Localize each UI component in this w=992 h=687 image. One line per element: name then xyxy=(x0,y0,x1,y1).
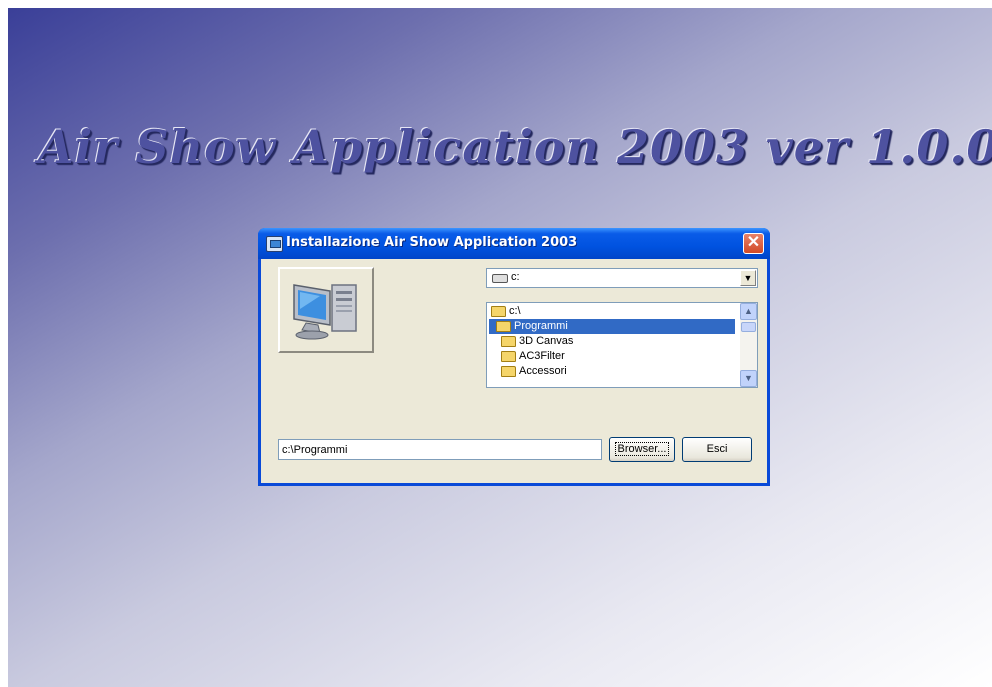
browser-button-label: Browser... xyxy=(614,442,670,456)
list-item[interactable]: c:\ xyxy=(489,304,735,319)
window-title: Installazione Air Show Application 2003 xyxy=(286,235,578,250)
folder-label: 3D Canvas xyxy=(519,335,574,347)
chevron-up-icon[interactable]: ▲ xyxy=(740,303,757,320)
headline-title: Air Show Application 2003 ver 1.0.0 xyxy=(38,120,992,174)
installer-window: Installazione Air Show Application 2003 … xyxy=(258,228,770,486)
drive-select[interactable]: c: ▼ xyxy=(486,268,758,288)
browser-button[interactable]: Browser... xyxy=(609,437,675,462)
vertical-scrollbar[interactable]: ▲ ▼ xyxy=(740,303,757,387)
title-bar[interactable]: Installazione Air Show Application 2003 … xyxy=(258,228,770,259)
dialog-body: c: ▼ c:\ Programmi 3D Canvas AC3Filter A… xyxy=(261,259,767,483)
folder-label: c:\ xyxy=(509,305,521,317)
folder-label: Programmi xyxy=(514,320,568,332)
app-window-icon xyxy=(266,236,283,252)
folder-icon xyxy=(501,351,516,362)
list-item[interactable]: Programmi xyxy=(489,319,735,334)
folder-label: Accessori xyxy=(519,365,567,377)
folder-open-icon xyxy=(496,321,511,332)
chevron-down-icon[interactable]: ▼ xyxy=(740,370,757,387)
list-item[interactable]: Accessori xyxy=(489,364,735,379)
folder-label: AC3Filter xyxy=(519,350,565,362)
computer-icon xyxy=(293,284,357,340)
list-item[interactable]: 3D Canvas xyxy=(489,334,735,349)
drive-value: c: xyxy=(511,271,520,283)
chevron-down-icon[interactable]: ▼ xyxy=(740,270,756,286)
hard-drive-icon xyxy=(492,274,508,283)
folder-list[interactable]: c:\ Programmi 3D Canvas AC3Filter Access… xyxy=(486,302,758,388)
list-item[interactable]: AC3Filter xyxy=(489,349,735,364)
folder-icon xyxy=(501,366,516,377)
path-input[interactable] xyxy=(278,439,602,460)
folder-open-icon xyxy=(491,306,506,317)
esci-button[interactable]: Esci xyxy=(682,437,752,462)
close-button[interactable]: ✕ xyxy=(743,233,764,254)
installer-background: Air Show Application 2003 ver 1.0.0 Inst… xyxy=(8,8,992,687)
computer-picture xyxy=(278,267,374,353)
folder-icon xyxy=(501,336,516,347)
scroll-thumb[interactable] xyxy=(741,322,756,332)
